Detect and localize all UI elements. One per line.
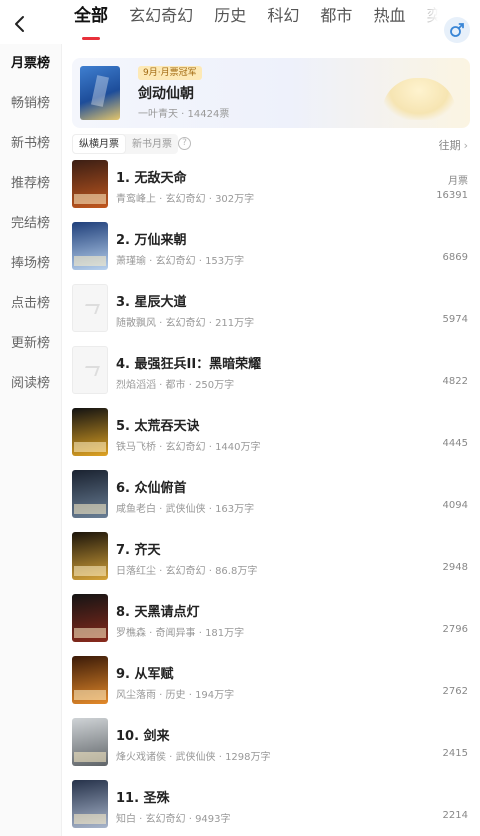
past-periods-link[interactable]: 往期 › <box>439 137 468 153</box>
sidebar-item-support[interactable]: 捧场榜 <box>0 244 61 284</box>
book-cover <box>72 780 108 828</box>
book-row[interactable]: 7. 齐天日落红尘 · 玄幻奇幻 · 86.8万字 2948 <box>62 532 480 594</box>
book-row[interactable]: 5. 太荒吞天诀铁马飞桥 · 玄幻奇幻 · 1440万字 4445 <box>62 408 480 470</box>
tab-scifi[interactable]: 科幻 <box>267 0 299 44</box>
book-cover <box>72 656 108 704</box>
tab-urban[interactable]: 都市 <box>320 0 352 44</box>
champion-title: 剑动仙朝 <box>138 86 194 102</box>
book-row[interactable]: 2. 万仙来朝萧瑾瑜 · 玄幻奇幻 · 153万字 6869 <box>62 222 480 284</box>
book-meta: 铁马飞桥 · 玄幻奇幻 · 1440万字 <box>116 442 261 453</box>
ticket-count: 4822 <box>442 376 468 387</box>
book-title: 1. 无敌天命 <box>116 171 187 186</box>
champion-cover <box>80 66 120 120</box>
book-meta: 萧瑾瑜 · 玄幻奇幻 · 153万字 <box>116 256 245 267</box>
ticket-count: 2762 <box>442 686 468 697</box>
cover-title-band <box>74 690 106 700</box>
book-cover <box>72 160 108 208</box>
tab-hotblood[interactable]: 热血 <box>374 0 406 44</box>
book-meta: 青鸾峰上 · 玄幻奇幻 · 302万字 <box>116 194 255 205</box>
sidebar-item-clicks[interactable]: 点击榜 <box>0 284 61 324</box>
book-title: 5. 太荒吞天诀 <box>116 419 200 434</box>
past-periods-label: 往期 <box>438 139 461 152</box>
book-title: 7. 齐天 <box>116 543 161 558</box>
book-cover <box>72 222 108 270</box>
sidebar-item-bestseller[interactable]: 畅销榜 <box>0 84 61 124</box>
book-row[interactable]: 11. 圣殊知白 · 玄幻奇幻 · 9493字 2214 <box>62 780 480 836</box>
ticket-filter: 纵横月票 新书月票 <box>72 134 178 154</box>
cover-title-band <box>74 256 106 266</box>
book-row[interactable]: 6. 众仙俯首咸鱼老白 · 武侠仙侠 · 163万字 4094 <box>62 470 480 532</box>
champion-banner[interactable]: 9月·月票冠军 剑动仙朝 一叶青天 · 14424票 <box>72 58 470 128</box>
sidebar-item-monthly-ticket[interactable]: 月票榜 <box>0 44 61 84</box>
tab-fantasy[interactable]: 玄幻奇幻 <box>129 0 193 44</box>
ticket-count: 2796 <box>442 624 468 635</box>
champion-subtitle: 一叶青天 · 14424票 <box>138 109 230 120</box>
book-meta: 烈焰滔滔 · 都市 · 250万字 <box>116 380 235 391</box>
book-title: 11. 圣殊 <box>116 791 170 806</box>
cover-title-band <box>74 194 106 204</box>
book-title: 8. 天黑请点灯 <box>116 605 200 620</box>
chevron-right-icon: › <box>463 139 468 152</box>
tabs-fade <box>408 0 438 44</box>
book-row[interactable]: 10. 剑来烽火戏诸侯 · 武侠仙侠 · 1298万字 2415 <box>62 718 480 780</box>
sidebar-item-completed[interactable]: 完结榜 <box>0 204 61 244</box>
filter-chip-zongheng[interactable]: 纵横月票 <box>72 134 126 154</box>
book-meta: 风尘落雨 · 历史 · 194万字 <box>116 690 235 701</box>
book-title: 6. 众仙俯首 <box>116 481 187 496</box>
ticket-count: 2948 <box>442 562 468 573</box>
sidebar-item-reading[interactable]: 阅读榜 <box>0 364 61 404</box>
sidebar-item-updates[interactable]: 更新榜 <box>0 324 61 364</box>
book-title: 3. 星辰大道 <box>116 295 187 310</box>
book-cover <box>72 594 108 642</box>
cover-title-band <box>74 752 106 762</box>
help-icon[interactable]: ? <box>178 137 191 150</box>
cover-title-band <box>74 504 106 514</box>
book-meta: 咸鱼老白 · 武侠仙侠 · 163万字 <box>116 504 255 515</box>
ticket-count: 5974 <box>442 314 468 325</box>
book-cover <box>72 408 108 456</box>
tab-history[interactable]: 历史 <box>214 0 246 44</box>
cover-title-band <box>74 814 106 824</box>
book-title: 9. 从军赋 <box>116 667 174 682</box>
champion-badge: 9月·月票冠军 <box>138 66 202 80</box>
ticket-count: 6869 <box>442 252 468 263</box>
book-row[interactable]: 4. 最强狂兵II：黑暗荣耀烈焰滔滔 · 都市 · 250万字 4822 <box>62 346 480 408</box>
book-cover <box>72 284 108 332</box>
sidebar-item-new-books[interactable]: 新书榜 <box>0 124 61 164</box>
sidebar-item-recommend[interactable]: 推荐榜 <box>0 164 61 204</box>
book-meta: 知白 · 玄幻奇幻 · 9493字 <box>116 814 231 825</box>
tab-all[interactable]: 全部 <box>74 0 108 44</box>
ticket-count: 16391 <box>436 190 468 201</box>
book-cover <box>72 346 108 394</box>
top-bar: 全部 玄幻奇幻 历史 科幻 都市 热血 奕 <box>0 0 480 44</box>
book-meta: 日落红尘 · 玄幻奇幻 · 86.8万字 <box>116 566 258 577</box>
book-title: 10. 剑来 <box>116 729 170 744</box>
ticket-unit-label: 月票 <box>448 176 468 187</box>
ticket-count: 4094 <box>442 500 468 511</box>
book-row[interactable]: 8. 天黑请点灯罗樵森 · 奇闻异事 · 181万字 2796 <box>62 594 480 656</box>
cover-title-band <box>74 628 106 638</box>
book-meta: 烽火戏诸侯 · 武侠仙侠 · 1298万字 <box>116 752 271 763</box>
book-row[interactable]: 3. 星辰大道随散飘风 · 玄幻奇幻 · 211万字 5974 <box>62 284 480 346</box>
cover-title-band <box>74 442 106 452</box>
book-meta: 随散飘风 · 玄幻奇幻 · 211万字 <box>116 318 255 329</box>
book-cover <box>72 470 108 518</box>
category-tabs: 全部 玄幻奇幻 历史 科幻 都市 热血 奕 <box>66 0 438 44</box>
book-cover <box>72 718 108 766</box>
book-cover <box>72 532 108 580</box>
book-meta: 罗樵森 · 奇闻异事 · 181万字 <box>116 628 245 639</box>
ticket-count: 4445 <box>442 438 468 449</box>
gender-icon[interactable] <box>444 17 470 43</box>
chevron-left-icon[interactable] <box>10 14 30 34</box>
ranking-sidebar: 月票榜 畅销榜 新书榜 推荐榜 完结榜 捧场榜 点击榜 更新榜 阅读榜 <box>0 44 62 836</box>
ticket-count: 2214 <box>442 810 468 821</box>
ticket-count: 2415 <box>442 748 468 759</box>
filter-chip-new-book[interactable]: 新书月票 <box>126 135 178 155</box>
cover-title-band <box>74 566 106 576</box>
book-row[interactable]: 9. 从军赋风尘落雨 · 历史 · 194万字 2762 <box>62 656 480 718</box>
book-row[interactable]: 1. 无敌天命青鸾峰上 · 玄幻奇幻 · 302万字 月票 16391 <box>62 160 480 222</box>
trophy-decoration <box>382 78 456 120</box>
book-title: 2. 万仙来朝 <box>116 233 187 248</box>
book-title: 4. 最强狂兵II：黑暗荣耀 <box>116 357 262 372</box>
